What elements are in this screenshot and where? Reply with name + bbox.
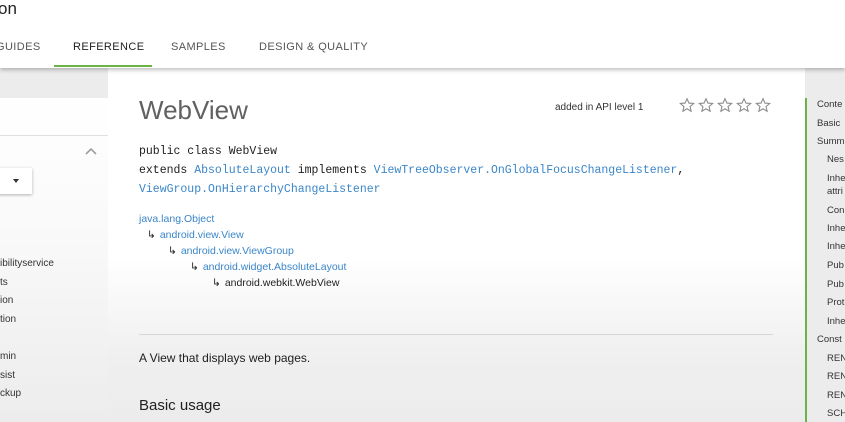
inheritance-link[interactable]: java.lang.Object bbox=[139, 213, 214, 225]
inheritance-arrow-icon: ↳ bbox=[212, 277, 221, 289]
inheritance-arrow-icon: ↳ bbox=[190, 261, 199, 273]
star-icon[interactable] bbox=[698, 97, 714, 113]
api-level-select[interactable] bbox=[0, 168, 32, 194]
page-title: WebView bbox=[139, 95, 248, 125]
toc-item[interactable]: Basic bbox=[817, 118, 840, 129]
table-of-contents: Conte Basic Summ Nes Inhe attri Con Inhe… bbox=[805, 98, 845, 422]
inheritance-item: ↳ android.view.View bbox=[147, 229, 244, 241]
star-icon[interactable] bbox=[679, 97, 695, 113]
tab-samples[interactable]: SAMPLES bbox=[171, 41, 226, 53]
inheritance-item: ↳ android.webkit.WebView bbox=[212, 277, 339, 289]
toc-item[interactable]: Nes bbox=[827, 154, 844, 165]
implements-keyword: implements bbox=[290, 164, 374, 177]
current-class-label: android.webkit.WebView bbox=[224, 277, 340, 289]
extends-line: extends AbsoluteLayout implements ViewTr… bbox=[139, 164, 684, 177]
toc-item[interactable]: REN bbox=[827, 353, 845, 364]
sidebar-item[interactable]: min bbox=[0, 351, 16, 362]
toc-indicator bbox=[805, 98, 807, 422]
section-divider bbox=[139, 334, 773, 335]
separator-comma: , bbox=[677, 164, 685, 177]
toc-item[interactable]: Conte bbox=[817, 99, 842, 110]
top-bar: on GUIDES REFERENCE SAMPLES DESIGN & QUA… bbox=[0, 0, 845, 68]
sidebar-item[interactable]: ts bbox=[0, 277, 8, 288]
toc-item[interactable]: Pub bbox=[827, 279, 844, 290]
sidebar-item[interactable]: tion bbox=[0, 314, 16, 325]
interface-link[interactable]: ViewGroup.OnHierarchyChangeListener bbox=[139, 183, 381, 196]
toc-item[interactable]: REN bbox=[827, 371, 845, 382]
star-icon[interactable] bbox=[755, 97, 771, 113]
sidebar-item[interactable]: ibilityservice bbox=[0, 258, 54, 269]
class-description: A View that displays web pages. bbox=[139, 351, 311, 365]
active-tab-indicator bbox=[54, 65, 152, 67]
toc-item[interactable]: Con bbox=[827, 205, 844, 216]
sidebar-item[interactable]: ion bbox=[0, 295, 13, 306]
section-heading: Basic usage bbox=[139, 397, 221, 414]
star-icon[interactable] bbox=[717, 97, 733, 113]
toc-item[interactable]: Inhe bbox=[827, 173, 845, 184]
toc-item[interactable]: attri bbox=[827, 186, 843, 197]
toc-item[interactable]: Pub bbox=[827, 260, 844, 271]
toc-item[interactable]: Inhe bbox=[827, 316, 845, 327]
inheritance-arrow-icon: ↳ bbox=[147, 229, 156, 241]
toc-item[interactable]: Const bbox=[817, 334, 842, 345]
site-title[interactable]: on bbox=[0, 0, 17, 19]
toc-item[interactable]: Inhe bbox=[827, 241, 845, 252]
implements-line: ViewGroup.OnHierarchyChangeListener bbox=[139, 183, 381, 196]
inheritance-link[interactable]: android.widget.AbsoluteLayout bbox=[203, 261, 347, 273]
rating-stars bbox=[679, 97, 771, 113]
caret-down-icon bbox=[13, 179, 19, 183]
tab-guides[interactable]: GUIDES bbox=[0, 41, 41, 53]
extends-keyword: extends bbox=[139, 164, 195, 177]
tab-design-quality[interactable]: DESIGN & QUALITY bbox=[259, 41, 368, 53]
chevron-up-icon[interactable] bbox=[84, 146, 98, 156]
toc-item[interactable]: Summ bbox=[817, 136, 844, 147]
sidebar-item[interactable]: sist bbox=[0, 370, 15, 381]
api-level-label: added in API level 1 bbox=[555, 102, 644, 113]
inheritance-arrow-icon: ↳ bbox=[168, 245, 177, 257]
tab-reference[interactable]: REFERENCE bbox=[73, 41, 144, 53]
inheritance-link[interactable]: android.view.ViewGroup bbox=[181, 245, 294, 257]
sidebar-item[interactable]: ckup bbox=[0, 388, 21, 399]
left-sidebar: ibilityservice ts ion tion min sist ckup bbox=[0, 98, 108, 422]
interface-link[interactable]: ViewTreeObserver.OnGlobalFocusChangeList… bbox=[374, 164, 678, 177]
inheritance-item: ↳ android.widget.AbsoluteLayout bbox=[190, 261, 346, 273]
star-icon[interactable] bbox=[736, 97, 752, 113]
toc-item[interactable]: SCH bbox=[827, 408, 845, 419]
inheritance-item: java.lang.Object bbox=[139, 213, 214, 225]
toc-item[interactable]: Prot bbox=[827, 297, 844, 308]
toc-item[interactable]: REN bbox=[827, 390, 845, 401]
main-content: WebView added in API level 1 public clas… bbox=[108, 68, 805, 422]
inheritance-item: ↳ android.view.ViewGroup bbox=[168, 245, 294, 257]
inheritance-link[interactable]: android.view.View bbox=[160, 229, 244, 241]
class-declaration: public class WebView bbox=[139, 145, 278, 158]
superclass-link[interactable]: AbsoluteLayout bbox=[194, 164, 291, 177]
sidebar-divider bbox=[0, 135, 108, 136]
toc-item[interactable]: Inhe bbox=[827, 223, 845, 234]
